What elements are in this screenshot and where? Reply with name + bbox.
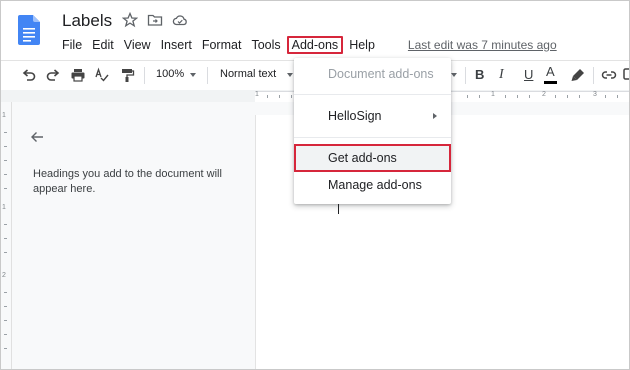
menu-separator bbox=[294, 94, 451, 95]
ruler-tick bbox=[4, 252, 7, 253]
menu-separator bbox=[294, 137, 451, 138]
paint-format-icon[interactable] bbox=[119, 67, 135, 83]
ruler-tick bbox=[4, 238, 7, 239]
menu-item-document-addons: Document add-ons bbox=[294, 62, 451, 86]
ruler-tick bbox=[4, 174, 7, 175]
menu-addons[interactable]: Add-ons bbox=[286, 36, 344, 54]
undo-icon[interactable] bbox=[21, 67, 37, 83]
ruler-tick bbox=[4, 306, 7, 307]
star-icon[interactable] bbox=[122, 12, 138, 28]
ruler-tick bbox=[579, 95, 580, 98]
ruler-number: 1 bbox=[255, 91, 259, 98]
ruler-tick bbox=[267, 95, 268, 98]
last-edit-link[interactable]: Last edit was 7 minutes ago bbox=[408, 38, 557, 52]
italic-button[interactable]: I bbox=[499, 67, 504, 83]
font-size-chevron-down-icon[interactable] bbox=[451, 73, 457, 77]
redo-icon[interactable] bbox=[45, 67, 61, 83]
ruler-tick bbox=[291, 95, 292, 98]
ruler-number: 1 bbox=[2, 112, 6, 119]
vertical-ruler[interactable]: 1 1 2 bbox=[1, 102, 12, 369]
ruler-tick bbox=[4, 292, 7, 293]
ruler-tick bbox=[605, 95, 606, 98]
print-icon[interactable] bbox=[70, 67, 86, 83]
ruler-tick bbox=[4, 320, 7, 321]
ruler-tick bbox=[4, 348, 7, 349]
text-color-button[interactable]: A bbox=[546, 64, 555, 79]
addons-dropdown-menu: Document add-ons HelloSign Get add-ons M… bbox=[294, 58, 451, 204]
zoom-chevron-down-icon[interactable] bbox=[190, 73, 196, 77]
ruler-tick bbox=[567, 95, 568, 98]
ruler-tick bbox=[4, 160, 7, 161]
menu-edit[interactable]: Edit bbox=[87, 36, 119, 54]
outline-empty-message: Headings you add to the document will ap… bbox=[33, 168, 222, 195]
spellcheck-icon[interactable] bbox=[94, 67, 110, 83]
toolbar-divider bbox=[207, 67, 208, 84]
link-icon[interactable] bbox=[601, 67, 617, 83]
ruler-tick bbox=[467, 95, 468, 98]
toolbar-divider bbox=[593, 67, 594, 84]
underline-button[interactable]: U bbox=[524, 67, 533, 82]
ruler-tick bbox=[4, 146, 7, 147]
submenu-arrow-icon bbox=[433, 113, 437, 119]
menu-format[interactable]: Format bbox=[197, 36, 247, 54]
menu-item-manage-addons[interactable]: Manage add-ons bbox=[294, 173, 451, 197]
ruler-tick bbox=[505, 95, 506, 98]
menu-item-label: Document add-ons bbox=[328, 67, 434, 81]
text-color-bar bbox=[544, 81, 557, 84]
toolbar-divider bbox=[144, 67, 145, 84]
menu-view[interactable]: View bbox=[119, 36, 156, 54]
back-arrow-icon[interactable] bbox=[29, 129, 45, 145]
ruler-tick bbox=[4, 132, 7, 133]
menu-help[interactable]: Help bbox=[344, 36, 380, 54]
app-window: Labels File Edit View Insert Format Tool… bbox=[0, 0, 630, 370]
menu-item-get-addons[interactable]: Get add-ons bbox=[294, 146, 451, 170]
bold-button[interactable]: B bbox=[475, 67, 484, 82]
ruler-tick bbox=[4, 188, 7, 189]
ruler-number: 3 bbox=[593, 91, 597, 98]
comment-icon[interactable] bbox=[623, 67, 630, 83]
menu-item-label: Get add-ons bbox=[328, 151, 397, 165]
style-select[interactable]: Normal text bbox=[220, 68, 276, 80]
menu-item-hellosign[interactable]: HelloSign bbox=[294, 104, 451, 128]
ruler-tick bbox=[517, 95, 518, 98]
zoom-select[interactable]: 100% bbox=[156, 68, 184, 80]
highlighter-icon[interactable] bbox=[570, 67, 586, 83]
menu-item-label: Manage add-ons bbox=[328, 178, 422, 192]
ruler-tick bbox=[4, 224, 7, 225]
ruler-number: 1 bbox=[2, 204, 6, 211]
docs-logo-icon[interactable] bbox=[18, 15, 40, 45]
style-chevron-down-icon[interactable] bbox=[287, 73, 293, 77]
toolbar-divider bbox=[465, 67, 466, 84]
menu-bar: File Edit View Insert Format Tools Add-o… bbox=[57, 35, 557, 55]
menu-insert[interactable]: Insert bbox=[156, 36, 197, 54]
ruler-tick bbox=[617, 95, 618, 98]
ruler-tick bbox=[529, 95, 530, 98]
document-title[interactable]: Labels bbox=[62, 11, 112, 31]
menu-item-label: HelloSign bbox=[328, 109, 382, 123]
ruler-number: 2 bbox=[2, 272, 6, 279]
menu-tools[interactable]: Tools bbox=[246, 36, 285, 54]
menu-file[interactable]: File bbox=[57, 36, 87, 54]
ruler-number: 1 bbox=[491, 91, 495, 98]
ruler-tick bbox=[279, 95, 280, 98]
ruler-tick bbox=[4, 334, 7, 335]
ruler-tick bbox=[479, 95, 480, 98]
ruler-number: 2 bbox=[542, 91, 546, 98]
cloud-saved-icon[interactable] bbox=[172, 12, 188, 28]
folder-move-icon[interactable] bbox=[147, 12, 163, 28]
ruler-tick bbox=[555, 95, 556, 98]
